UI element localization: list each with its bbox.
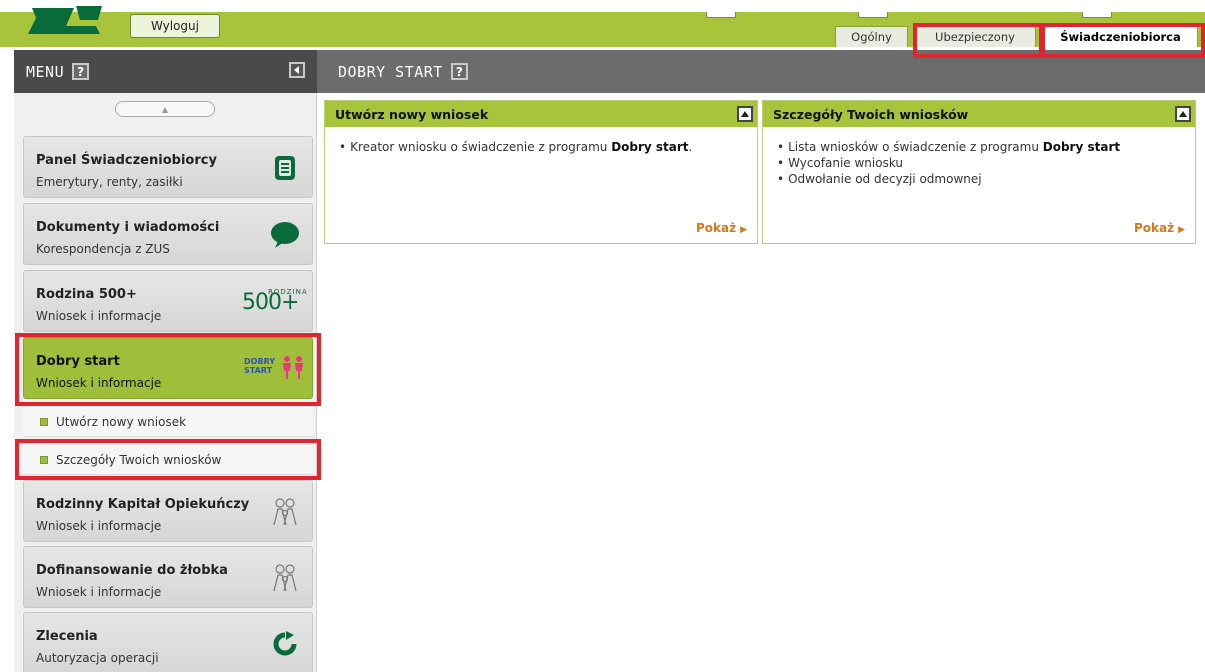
page-title: DOBRY START <box>338 62 443 81</box>
list-item: Wycofanie wniosku <box>777 155 1120 171</box>
family-icon <box>268 496 302 528</box>
zus-logo-icon <box>28 6 102 34</box>
panel-list: Kreator wniosku o świadczenie z programu… <box>339 139 692 155</box>
bullet-icon <box>40 417 48 426</box>
sidebar-item-dofinansowanie-zlobka[interactable]: Dofinansowanie do żłobka Wniosek i infor… <box>23 546 313 608</box>
speech-bubble-icon <box>268 219 302 251</box>
sidebar-item-rodzina-500[interactable]: Rodzina 500+ Wniosek i informacje RODZIN… <box>23 270 313 332</box>
sidebar-item-title: Dobry start <box>36 354 120 369</box>
sidebar-item-subtitle: Autoryzacja operacji <box>36 651 159 665</box>
sidebar-item-subtitle: Wniosek i informacje <box>36 519 162 533</box>
id-card-icon <box>268 152 302 184</box>
panel-title: Szczegóły Twoich wniosków <box>773 106 969 122</box>
panel-utworz-wniosek: Utwórz nowy wniosek Kreator wniosku o św… <box>324 100 758 244</box>
menu-title: MENU <box>26 62 65 81</box>
top-bar: Wyloguj Ogólny Ubezpieczony Świadczeniob… <box>0 0 1205 47</box>
logout-button[interactable]: Wyloguj <box>130 14 220 38</box>
refresh-icon <box>268 628 302 660</box>
tab-ubezpieczony[interactable]: Ubezpieczony <box>914 26 1036 47</box>
panel-header: Utwórz nowy wniosek <box>325 101 757 127</box>
sidebar-item-dokumenty[interactable]: Dokumenty i wiadomości Korespondencja z … <box>23 203 313 265</box>
rodzina-500-logo: RODZINA 500+ <box>242 286 308 318</box>
sidebar-item-title: Rodzina 500+ <box>36 287 137 302</box>
main-header: DOBRY START ? <box>317 50 1205 93</box>
subitem-utworz-wniosek[interactable]: Utwórz nowy wniosek <box>23 407 313 437</box>
list-item: Kreator wniosku o świadczenie z programu… <box>339 139 692 155</box>
sidebar-item-dobry-start[interactable]: Dobry start Wniosek i informacje DOBRY S… <box>23 337 313 399</box>
collapse-panel-icon[interactable] <box>1175 106 1191 122</box>
sidebar-item-title: Zlecenia <box>36 629 98 644</box>
collapse-panel-icon[interactable] <box>737 106 753 122</box>
sidebar-item-subtitle: Korespondencja z ZUS <box>36 242 170 256</box>
family-icon <box>268 562 302 594</box>
scroll-up-button[interactable]: ▲ <box>115 101 215 117</box>
panel-header: Szczegóły Twoich wniosków <box>763 101 1195 127</box>
panel-szczegoly-wnioskow: Szczegóły Twoich wniosków Lista wniosków… <box>762 100 1196 244</box>
panel-list: Lista wniosków o świadczenie z programu … <box>777 139 1120 187</box>
list-item: Lista wniosków o świadczenie z programu … <box>777 139 1120 155</box>
sidebar-item-title: Panel Świadczeniobiorcy <box>36 153 217 168</box>
list-item: Odwołanie od decyzji odmownej <box>777 171 1120 187</box>
r500-logo-text: 500+ <box>242 290 299 315</box>
sidebar-item-title: Dokumenty i wiadomości <box>36 220 220 235</box>
top-stub <box>1082 12 1112 18</box>
start-logo-text: START <box>244 366 273 375</box>
page-help-icon[interactable]: ? <box>450 63 468 80</box>
tab-ogolny[interactable]: Ogólny <box>835 26 908 47</box>
sidebar-item-title: Rodzinny Kapitał Opiekuńczy <box>36 497 250 512</box>
arrow-right-icon: ▶ <box>740 225 747 235</box>
arrow-right-icon: ▶ <box>1178 225 1185 235</box>
sidebar-item-subtitle: Wniosek i informacje <box>36 585 162 599</box>
dobry-logo-text: DOBRY <box>244 357 276 366</box>
menu-help-icon[interactable]: ? <box>72 63 90 80</box>
menu-header: MENU ? <box>14 50 317 93</box>
sidebar-item-subtitle: Emerytury, renty, zasiłki <box>36 175 183 189</box>
top-stub <box>706 12 736 18</box>
collapse-menu-icon[interactable] <box>289 62 305 78</box>
sidebar: MENU ? ▲ Panel Świadczeniobiorcy Emerytu… <box>14 50 317 672</box>
bullet-icon <box>40 455 48 464</box>
sidebar-item-zlecenia[interactable]: Zlecenia Autoryzacja operacji <box>23 612 313 672</box>
sidebar-item-panel-swiadczeniobiorcy[interactable]: Panel Świadczeniobiorcy Emerytury, renty… <box>23 136 313 198</box>
subitem-label: Utwórz nowy wniosek <box>56 414 187 429</box>
subitem-szczegoly-wnioskow[interactable]: Szczegóły Twoich wniosków <box>23 445 313 475</box>
top-strip <box>0 0 1205 12</box>
tab-swiadczeniobiorca[interactable]: Świadczeniobiorca <box>1043 26 1198 47</box>
sidebar-item-title: Dofinansowanie do żłobka <box>36 563 228 578</box>
dobry-start-logo: DOBRY START <box>242 353 308 385</box>
panel-title: Utwórz nowy wniosek <box>335 106 489 122</box>
sidebar-item-rodzinny-kapital[interactable]: Rodzinny Kapitał Opiekuńczy Wniosek i in… <box>23 480 313 542</box>
sidebar-item-subtitle: Wniosek i informacje <box>36 309 162 323</box>
show-link[interactable]: Pokaż ▶ <box>696 221 747 235</box>
subitem-label: Szczegóły Twoich wniosków <box>56 452 222 467</box>
sidebar-item-subtitle: Wniosek i informacje <box>36 376 162 390</box>
show-link[interactable]: Pokaż ▶ <box>1134 221 1185 235</box>
top-stub <box>858 12 888 18</box>
